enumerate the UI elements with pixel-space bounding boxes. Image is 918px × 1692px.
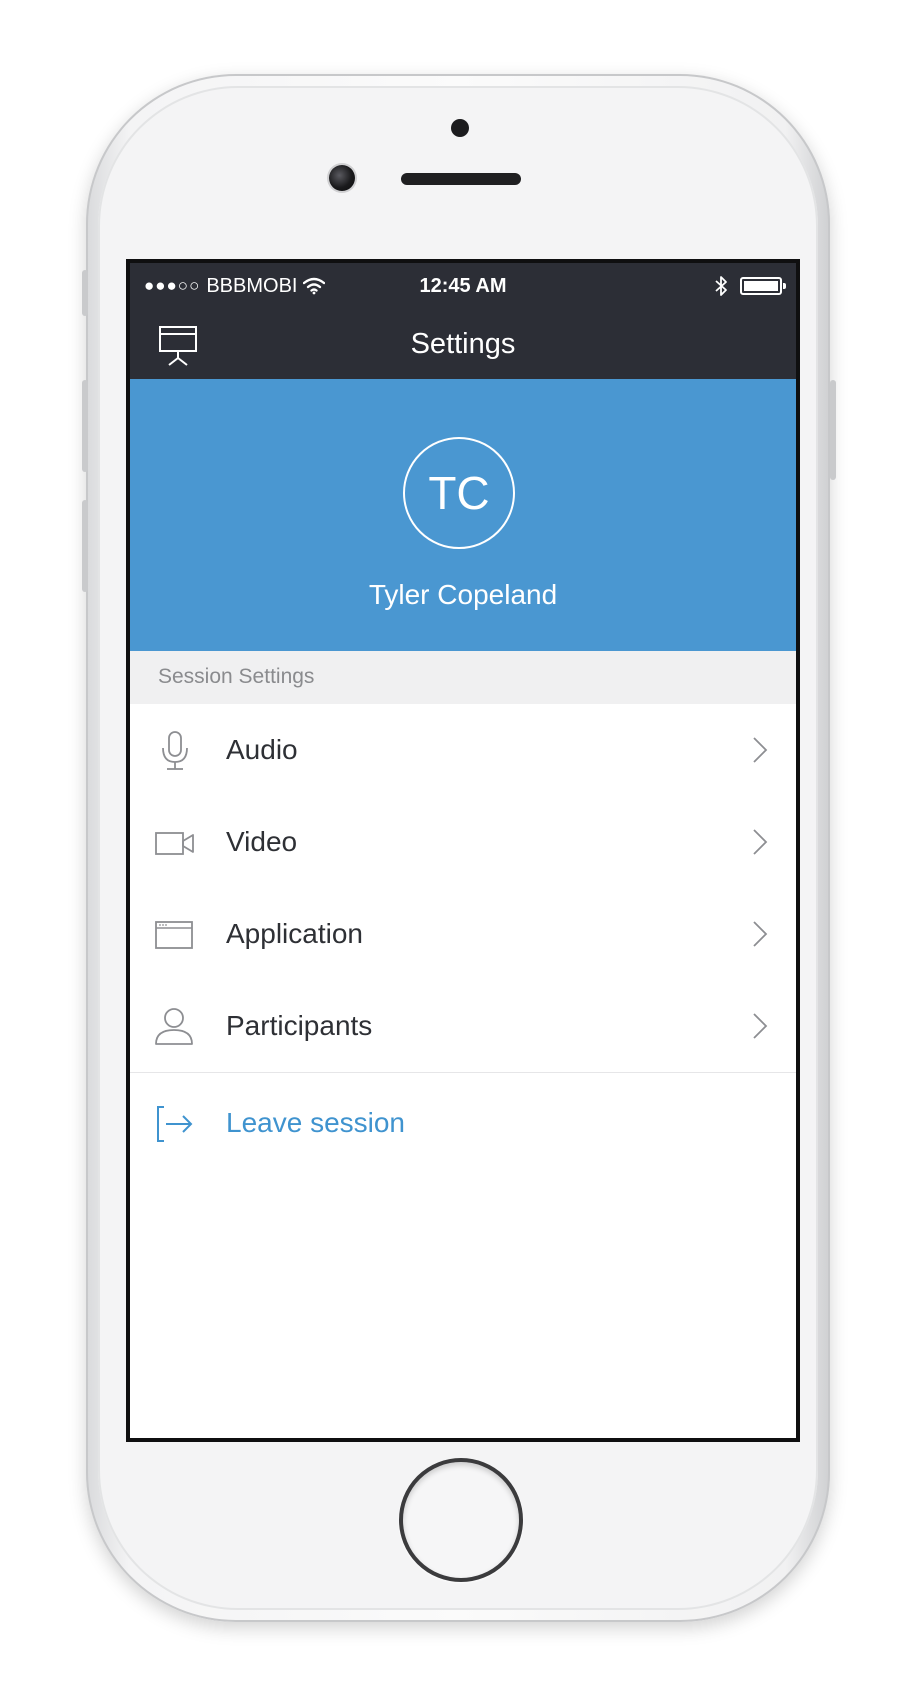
status-time: 12:45 AM [419, 275, 507, 297]
section-header-label: Session Settings [158, 665, 315, 688]
earpiece-speaker [401, 173, 521, 185]
power-button [830, 380, 836, 480]
front-camera [329, 165, 355, 191]
profile-name: Tyler Copeland [368, 579, 558, 610]
mute-switch [82, 270, 88, 316]
status-right [714, 263, 786, 309]
volume-up-button [82, 380, 88, 472]
video-camera-icon [155, 832, 194, 855]
application-window-icon [155, 921, 193, 949]
chevron-right-icon [753, 737, 768, 763]
chevron-right-icon [753, 1013, 768, 1039]
microphone-icon [162, 731, 188, 770]
menu-item-participants[interactable]: Participants [130, 980, 796, 1073]
chevron-right-icon [753, 829, 768, 855]
leave-session-label: Leave session [226, 1107, 406, 1138]
menu-item-label: Video [226, 826, 298, 857]
menu-item-label: Participants [226, 1010, 373, 1041]
leave-session-button[interactable]: Leave session [130, 1077, 796, 1169]
menu-item-label: Audio [226, 734, 298, 765]
bluetooth-icon [715, 276, 727, 296]
menu-item-label: Application [226, 918, 363, 949]
menu-item-application[interactable]: Application [130, 888, 796, 981]
page-title: Settings [410, 328, 516, 360]
status-bar: ●●●○○ BBBMOBI 12:45 AM [130, 263, 796, 309]
profile-header: TC Tyler Copeland [130, 379, 796, 651]
chevron-right-icon [753, 921, 768, 947]
home-button[interactable] [399, 1458, 523, 1582]
avatar[interactable]: TC [403, 437, 515, 549]
proximity-sensor [451, 119, 469, 137]
volume-down-button [82, 500, 88, 592]
menu-item-video[interactable]: Video [130, 796, 796, 889]
phone-screen: ●●●○○ BBBMOBI 12:45 AM Settings TC Tyler… [126, 259, 800, 1442]
nav-bar: Settings [130, 309, 796, 379]
exit-arrow-icon [157, 1106, 193, 1142]
person-icon [155, 1008, 193, 1045]
battery-icon [740, 277, 786, 295]
section-header: Session Settings [130, 651, 796, 704]
menu-item-audio[interactable]: Audio [130, 704, 796, 797]
